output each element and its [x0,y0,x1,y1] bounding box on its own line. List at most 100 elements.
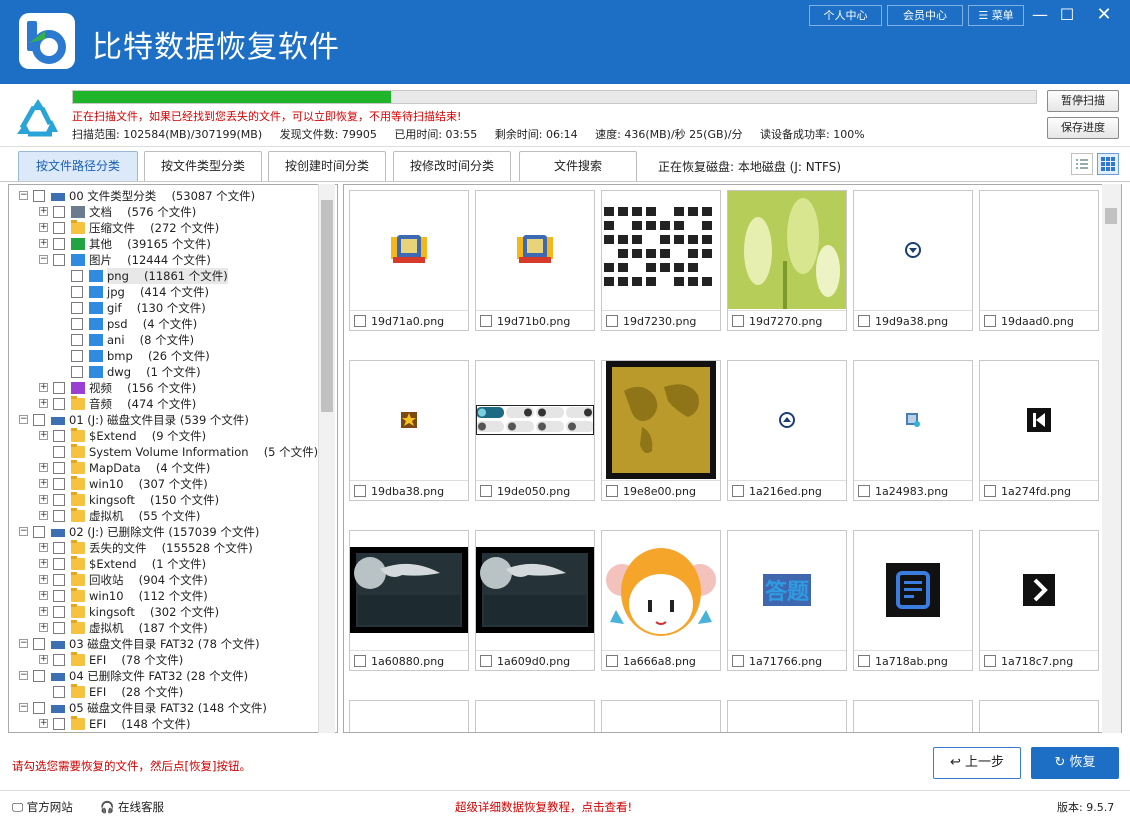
file-thumbnail-card[interactable] [853,700,973,732]
tree-checkbox[interactable] [53,574,65,586]
file-thumbnail-card[interactable]: 答题 1a71766.png [727,530,847,671]
expand-icon[interactable]: + [39,399,48,408]
tree-checkbox[interactable] [71,334,83,346]
online-support-link[interactable]: 🎧 在线客服 [100,799,164,815]
file-checkbox[interactable] [732,315,744,327]
expand-icon[interactable]: + [39,207,48,216]
tree-checkbox[interactable] [53,430,65,442]
tree-checkbox[interactable] [71,318,83,330]
pause-scan-button[interactable]: 暂停扫描 [1047,90,1119,112]
previous-step-button[interactable]: ↩ 上一步 [933,747,1021,779]
file-checkbox[interactable] [354,315,366,327]
tree-checkbox[interactable] [53,654,65,666]
file-checkbox[interactable] [606,315,618,327]
expand-icon[interactable]: + [39,239,48,248]
file-checkbox[interactable] [480,485,492,497]
tab-by-path[interactable]: 按文件路径分类 [18,151,138,181]
file-thumbnail-card[interactable]: 1a60880.png [349,530,469,671]
expand-icon[interactable]: + [39,383,48,392]
file-checkbox[interactable] [480,315,492,327]
expand-icon[interactable]: + [39,591,48,600]
file-thumbnail-card[interactable] [979,700,1099,732]
official-website-link[interactable]: 🖵 官方网站 [12,799,73,815]
file-thumbnail-card[interactable]: 1a609d0.png [475,530,595,671]
tree-checkbox[interactable] [53,686,65,698]
file-checkbox[interactable] [480,655,492,667]
menu-button[interactable]: ☰ 菜单 [968,5,1024,26]
collapse-icon[interactable]: − [39,255,48,264]
expand-icon[interactable]: + [39,223,48,232]
file-thumbnail-card[interactable]: 19d9a38.png [853,190,973,331]
personal-center-button[interactable]: 个人中心 [809,5,882,26]
tree-checkbox[interactable] [53,254,65,266]
tree-checkbox[interactable] [71,302,83,314]
recover-button[interactable]: ↻ 恢复 [1031,747,1119,779]
file-thumbnail-card[interactable]: 19d7270.png [727,190,847,331]
tree-checkbox[interactable] [33,414,45,426]
maximize-icon[interactable]: ☐ [1054,4,1080,26]
collapse-icon[interactable]: − [19,639,28,648]
list-view-button[interactable] [1071,153,1093,175]
file-checkbox[interactable] [858,485,870,497]
collapse-icon[interactable]: − [19,671,28,680]
tree-checkbox[interactable] [53,238,65,250]
file-thumbnail-card[interactable]: 19daad0.png [979,190,1099,331]
file-thumbnail-card[interactable] [727,700,847,732]
expand-icon[interactable]: + [39,543,48,552]
file-checkbox[interactable] [858,315,870,327]
tab-by-created[interactable]: 按创建时间分类 [268,151,386,181]
tab-file-search[interactable]: 文件搜索 [519,151,637,181]
tree-checkbox[interactable] [71,350,83,362]
file-checkbox[interactable] [606,485,618,497]
tree-checkbox[interactable] [53,222,65,234]
file-thumbnail-card[interactable] [475,700,595,732]
folder-tree[interactable]: − 00 文件类型分类 (53087 个文件) + 文档 (576 个文件) + 压缩文件… [8,184,338,733]
expand-icon[interactable]: + [39,719,48,728]
file-checkbox[interactable] [354,485,366,497]
file-checkbox[interactable] [606,655,618,667]
file-thumbnail-card[interactable] [601,700,721,732]
tab-by-type[interactable]: 按文件类型分类 [144,151,262,181]
expand-icon[interactable]: + [39,559,48,568]
tree-checkbox[interactable] [53,590,65,602]
collapse-icon[interactable]: − [19,191,28,200]
file-thumbnail-card[interactable]: 19dba38.png [349,360,469,501]
tree-checkbox[interactable] [33,526,45,538]
tree-checkbox[interactable] [53,622,65,634]
file-thumbnail-card[interactable]: 19d71a0.png [349,190,469,331]
file-checkbox[interactable] [732,655,744,667]
file-thumbnail-card[interactable]: 1a274fd.png [979,360,1099,501]
expand-icon[interactable]: + [39,495,48,504]
file-thumbnail-card[interactable]: 1a216ed.png [727,360,847,501]
file-checkbox[interactable] [984,485,996,497]
tree-checkbox[interactable] [53,718,65,730]
file-checkbox[interactable] [984,655,996,667]
file-thumbnail-card[interactable]: 1a666a8.png [601,530,721,671]
tree-checkbox[interactable] [53,478,65,490]
expand-icon[interactable]: + [39,623,48,632]
grid-scrollbar[interactable] [1102,184,1121,733]
file-thumbnail-card[interactable]: 19de050.png [475,360,595,501]
grid-scrollbar-thumb[interactable] [1105,208,1117,224]
file-thumbnail-card[interactable]: 1a718c7.png [979,530,1099,671]
tree-checkbox[interactable] [33,670,45,682]
tree-checkbox[interactable] [33,638,45,650]
expand-icon[interactable]: + [39,575,48,584]
file-checkbox[interactable] [858,655,870,667]
member-center-button[interactable]: 会员中心 [887,5,963,26]
grid-view-button[interactable] [1097,153,1119,175]
tree-checkbox[interactable] [53,494,65,506]
tree-checkbox[interactable] [53,398,65,410]
expand-icon[interactable]: + [39,511,48,520]
tree-checkbox[interactable] [33,190,45,202]
tree-checkbox[interactable] [71,286,83,298]
expand-icon[interactable]: + [39,655,48,664]
close-icon[interactable]: ✕ [1091,4,1117,26]
tree-checkbox[interactable] [53,446,65,458]
tree-checkbox[interactable] [53,462,65,474]
tree-checkbox[interactable] [33,702,45,714]
file-thumbnail-card[interactable]: 19d7230.png [601,190,721,331]
tutorial-link[interactable]: 超级详细数据恢复教程，点击查看! [455,799,632,815]
expand-icon[interactable]: + [39,607,48,616]
tree-checkbox[interactable] [53,542,65,554]
